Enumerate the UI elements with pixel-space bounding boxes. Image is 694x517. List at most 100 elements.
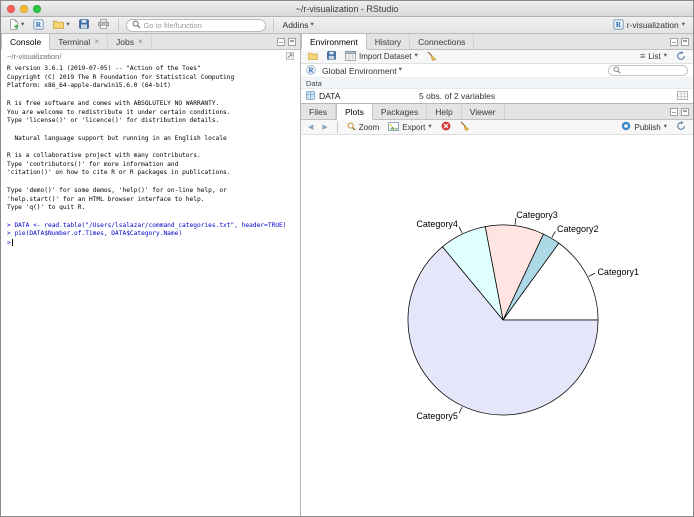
clear-all-plots-button[interactable] [458, 120, 472, 134]
save-floppy-icon [79, 19, 89, 31]
tab-help[interactable]: Help [427, 104, 461, 119]
refresh-environment-button[interactable] [674, 50, 688, 64]
console-output-area[interactable]: R version 3.6.1 (2019-07-05) -- "Action … [1, 63, 300, 516]
next-plot-button[interactable]: ▶ [320, 123, 329, 132]
goto-file-search[interactable] [126, 19, 266, 32]
refresh-icon [676, 51, 686, 63]
refresh-icon [676, 121, 686, 133]
load-workspace-button[interactable] [306, 51, 320, 63]
tab-viewer-label: Viewer [470, 107, 496, 117]
spreadsheet-icon [345, 51, 356, 63]
chevron-down-icon: ▾ [399, 67, 402, 74]
pie-label-tick [459, 407, 462, 413]
tab-files[interactable]: Files [301, 104, 336, 119]
environment-pane: Environment History Connections [301, 34, 693, 104]
maximize-pane-icon[interactable] [681, 38, 689, 46]
remove-plot-icon [441, 121, 451, 133]
window-title: ~/r-visualization - RStudio [61, 1, 633, 17]
addins-menu[interactable]: Addins ▾ [281, 19, 316, 31]
environment-scope-menu[interactable]: Global Environment ▾ [320, 65, 404, 77]
save-button[interactable] [77, 18, 91, 32]
rstudio-window: ~/r-visualization - RStudio ▾ R ▾ [0, 0, 694, 517]
tab-jobs[interactable]: Jobs × [108, 34, 152, 49]
main-toolbar: ▾ R ▾ [1, 17, 693, 34]
new-file-button[interactable]: ▾ [7, 18, 26, 33]
minimize-pane-icon[interactable] [277, 38, 285, 46]
minimize-pane-icon[interactable] [670, 38, 678, 46]
tab-packages[interactable]: Packages [373, 104, 427, 119]
svg-text:R: R [36, 20, 42, 29]
view-mode-menu[interactable]: ≡ List ▾ [638, 51, 669, 62]
pie-slice-label: Category3 [516, 210, 558, 220]
pie-label-tick [589, 273, 595, 276]
close-icon[interactable]: × [94, 37, 99, 46]
pane-controls [670, 38, 689, 46]
tab-console[interactable]: Console [1, 34, 50, 50]
pie-label-tick [552, 231, 556, 237]
environment-object-row[interactable]: DATA 5 obs. of 2 variables [301, 89, 693, 103]
publish-button[interactable]: Publish ▾ [619, 120, 669, 134]
close-icon[interactable]: × [138, 37, 143, 46]
plots-tabbar: Files Plots Packages Help Viewer [301, 104, 693, 120]
open-file-button[interactable]: ▾ [51, 19, 71, 32]
environment-search-input[interactable] [623, 67, 683, 74]
export-plot-button[interactable]: Export ▾ [386, 121, 433, 134]
data-frame-icon [306, 91, 315, 102]
environment-tabbar: Environment History Connections [301, 34, 693, 50]
tab-terminal-label: Terminal [58, 37, 90, 47]
tab-connections[interactable]: Connections [410, 34, 474, 49]
console-pane: Console Terminal × Jobs × ~/r-visualizat… [1, 34, 301, 516]
import-dataset-button[interactable]: Import Dataset ▾ [343, 50, 420, 64]
pie-slice-label: Category2 [557, 224, 599, 234]
export-label: Export [402, 123, 425, 132]
broom-icon [427, 51, 437, 63]
folder-icon [53, 20, 64, 31]
console-command-line: > pie(DATA$Number.of.Times, DATA$Categor… [7, 230, 294, 239]
text-cursor [12, 239, 13, 246]
environment-search[interactable] [608, 65, 688, 76]
previous-plot-button[interactable]: ◀ [306, 123, 315, 132]
tab-connections-label: Connections [418, 37, 465, 47]
console-tabbar: Console Terminal × Jobs × [1, 34, 300, 50]
clear-environment-button[interactable] [425, 50, 439, 64]
open-directory-icon[interactable] [286, 52, 294, 62]
pie-label-tick [459, 227, 462, 233]
maximize-pane-icon[interactable] [681, 108, 689, 116]
folder-icon [308, 52, 318, 62]
maximize-pane-icon[interactable] [288, 38, 296, 46]
print-button[interactable] [96, 18, 111, 32]
minimize-pane-icon[interactable] [670, 108, 678, 116]
close-window-button[interactable] [7, 5, 15, 13]
new-project-button[interactable]: R [31, 18, 46, 33]
tab-environment[interactable]: Environment [301, 34, 367, 50]
forward-arrow-icon: ▶ [322, 124, 327, 131]
refresh-plot-button[interactable] [674, 120, 688, 134]
fullscreen-window-button[interactable] [33, 5, 41, 13]
toolbar-separator [118, 19, 119, 31]
save-workspace-button[interactable] [325, 50, 338, 63]
object-value: 5 obs. of 2 variables [419, 91, 673, 101]
tab-console-label: Console [10, 37, 41, 47]
tab-plots[interactable]: Plots [336, 104, 373, 120]
chevron-down-icon: ▾ [428, 124, 431, 131]
tab-viewer[interactable]: Viewer [462, 104, 505, 119]
chevron-down-icon: ▾ [682, 22, 685, 29]
environment-scope-label: Global Environment [322, 66, 397, 76]
plots-toolbar: ◀ ▶ Zoom Export ▾ [301, 120, 693, 135]
remove-plot-button[interactable] [439, 120, 453, 134]
search-icon [613, 66, 621, 76]
minimize-window-button[interactable] [20, 5, 28, 13]
publish-label: Publish [634, 123, 660, 132]
tab-history[interactable]: History [367, 34, 410, 49]
view-table-icon[interactable] [677, 91, 688, 102]
title-bar[interactable]: ~/r-visualization - RStudio [1, 1, 693, 17]
tab-terminal[interactable]: Terminal × [50, 34, 108, 49]
pane-controls [670, 108, 689, 116]
project-menu[interactable]: R r-visualization ▾ [613, 19, 687, 32]
printer-icon [98, 19, 109, 31]
tab-environment-label: Environment [310, 37, 358, 47]
goto-file-input[interactable] [144, 21, 260, 30]
chevron-down-icon: ▾ [664, 53, 667, 60]
tab-jobs-label: Jobs [116, 37, 134, 47]
zoom-plot-button[interactable]: Zoom [345, 121, 381, 134]
